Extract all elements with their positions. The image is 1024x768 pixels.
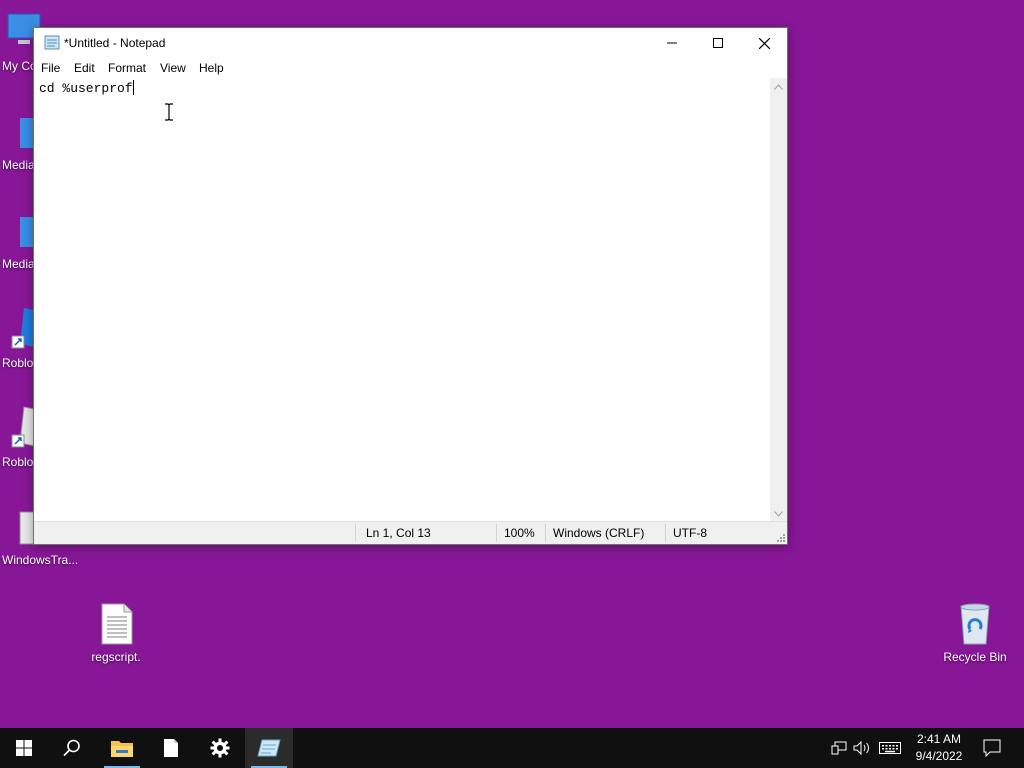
keyboard-tray-button[interactable] xyxy=(878,739,902,757)
notepad-icon xyxy=(257,739,281,757)
status-cursor-position: Ln 1, Col 13 xyxy=(366,526,431,540)
clock-date: 9/4/2022 xyxy=(915,749,963,763)
status-zoom: 100% xyxy=(504,526,535,540)
volume-tray-button[interactable] xyxy=(853,739,871,757)
editor-text: cd %userprof xyxy=(39,81,133,96)
start-button[interactable] xyxy=(0,728,48,768)
blank-file-icon xyxy=(164,739,178,757)
status-bar: Ln 1, Col 13 100% Windows (CRLF) UTF-8 xyxy=(34,521,787,544)
close-button[interactable] xyxy=(741,28,787,58)
file-explorer-icon xyxy=(111,741,133,757)
network-tray-button[interactable] xyxy=(830,739,848,757)
desktop-icon-label: My Co xyxy=(2,59,37,73)
taskbar-notepad[interactable] xyxy=(245,728,293,768)
resize-grip-icon[interactable] xyxy=(775,532,785,542)
menu-file[interactable]: File xyxy=(41,61,60,75)
minimize-icon xyxy=(667,42,677,44)
desktop-icon-label: Roblo xyxy=(2,356,34,370)
notifications-button[interactable] xyxy=(982,739,1002,757)
desktop-icon-recycle-bin[interactable]: Recycle Bin xyxy=(937,602,1013,664)
taskbar-blank-file[interactable] xyxy=(147,728,195,768)
notepad-icon xyxy=(44,35,60,50)
taskbar-settings[interactable] xyxy=(196,728,244,768)
desktop-icon-label: WindowsTra... xyxy=(2,553,79,567)
menu-edit[interactable]: Edit xyxy=(74,61,95,75)
menu-bar: File Edit Format View Help xyxy=(34,58,787,78)
recycle-bin-icon xyxy=(960,603,990,645)
minimize-button[interactable] xyxy=(649,28,695,58)
notification-icon xyxy=(983,739,1001,757)
network-icon xyxy=(831,741,847,755)
status-divider xyxy=(665,524,666,542)
taskbar-file-explorer[interactable] xyxy=(98,728,146,768)
keyboard-icon xyxy=(879,742,901,754)
desktop-icon-label: Media xyxy=(2,158,35,172)
status-divider xyxy=(355,524,356,542)
system-clock[interactable]: 2:41 AM 9/4/2022 xyxy=(908,731,970,765)
status-line-ending: Windows (CRLF) xyxy=(553,526,645,540)
text-editor[interactable]: cd %userprof xyxy=(34,78,770,522)
desktop-icon-regscript[interactable]: regscript. xyxy=(78,602,154,664)
settings-gear-icon xyxy=(210,738,230,758)
speaker-icon xyxy=(853,741,869,755)
search-button[interactable] xyxy=(48,728,96,768)
scroll-up-button[interactable] xyxy=(770,78,787,95)
desktop-icon-label: regscript. xyxy=(91,650,141,664)
maximize-icon xyxy=(713,38,723,48)
chevron-down-icon xyxy=(774,510,783,517)
close-icon xyxy=(758,37,770,49)
menu-help[interactable]: Help xyxy=(199,61,224,75)
desktop-icon-label: Media xyxy=(2,257,35,271)
menu-view[interactable]: View xyxy=(160,61,186,75)
search-icon xyxy=(63,739,80,757)
status-divider xyxy=(545,524,546,542)
maximize-button[interactable] xyxy=(695,28,741,58)
window-title: *Untitled - Notepad xyxy=(64,36,166,50)
status-encoding: UTF-8 xyxy=(673,526,707,540)
desktop-icon-label: Recycle Bin xyxy=(943,650,1007,664)
taskbar: 2:41 AM 9/4/2022 xyxy=(0,728,1024,768)
scroll-down-button[interactable] xyxy=(770,505,787,522)
text-file-icon xyxy=(101,603,133,645)
title-bar[interactable]: *Untitled - Notepad xyxy=(34,28,787,58)
menu-format[interactable]: Format xyxy=(108,61,146,75)
notepad-window[interactable]: *Untitled - Notepad File Edit Format Vie… xyxy=(33,27,788,545)
vertical-scrollbar[interactable] xyxy=(770,78,787,522)
start-icon xyxy=(16,740,32,756)
chevron-up-icon xyxy=(774,83,783,90)
clock-time: 2:41 AM xyxy=(916,732,962,746)
desktop-icon-label: Roblo xyxy=(2,455,34,469)
ibeam-cursor-icon xyxy=(165,103,173,121)
status-divider xyxy=(496,524,497,542)
text-caret xyxy=(132,80,134,95)
